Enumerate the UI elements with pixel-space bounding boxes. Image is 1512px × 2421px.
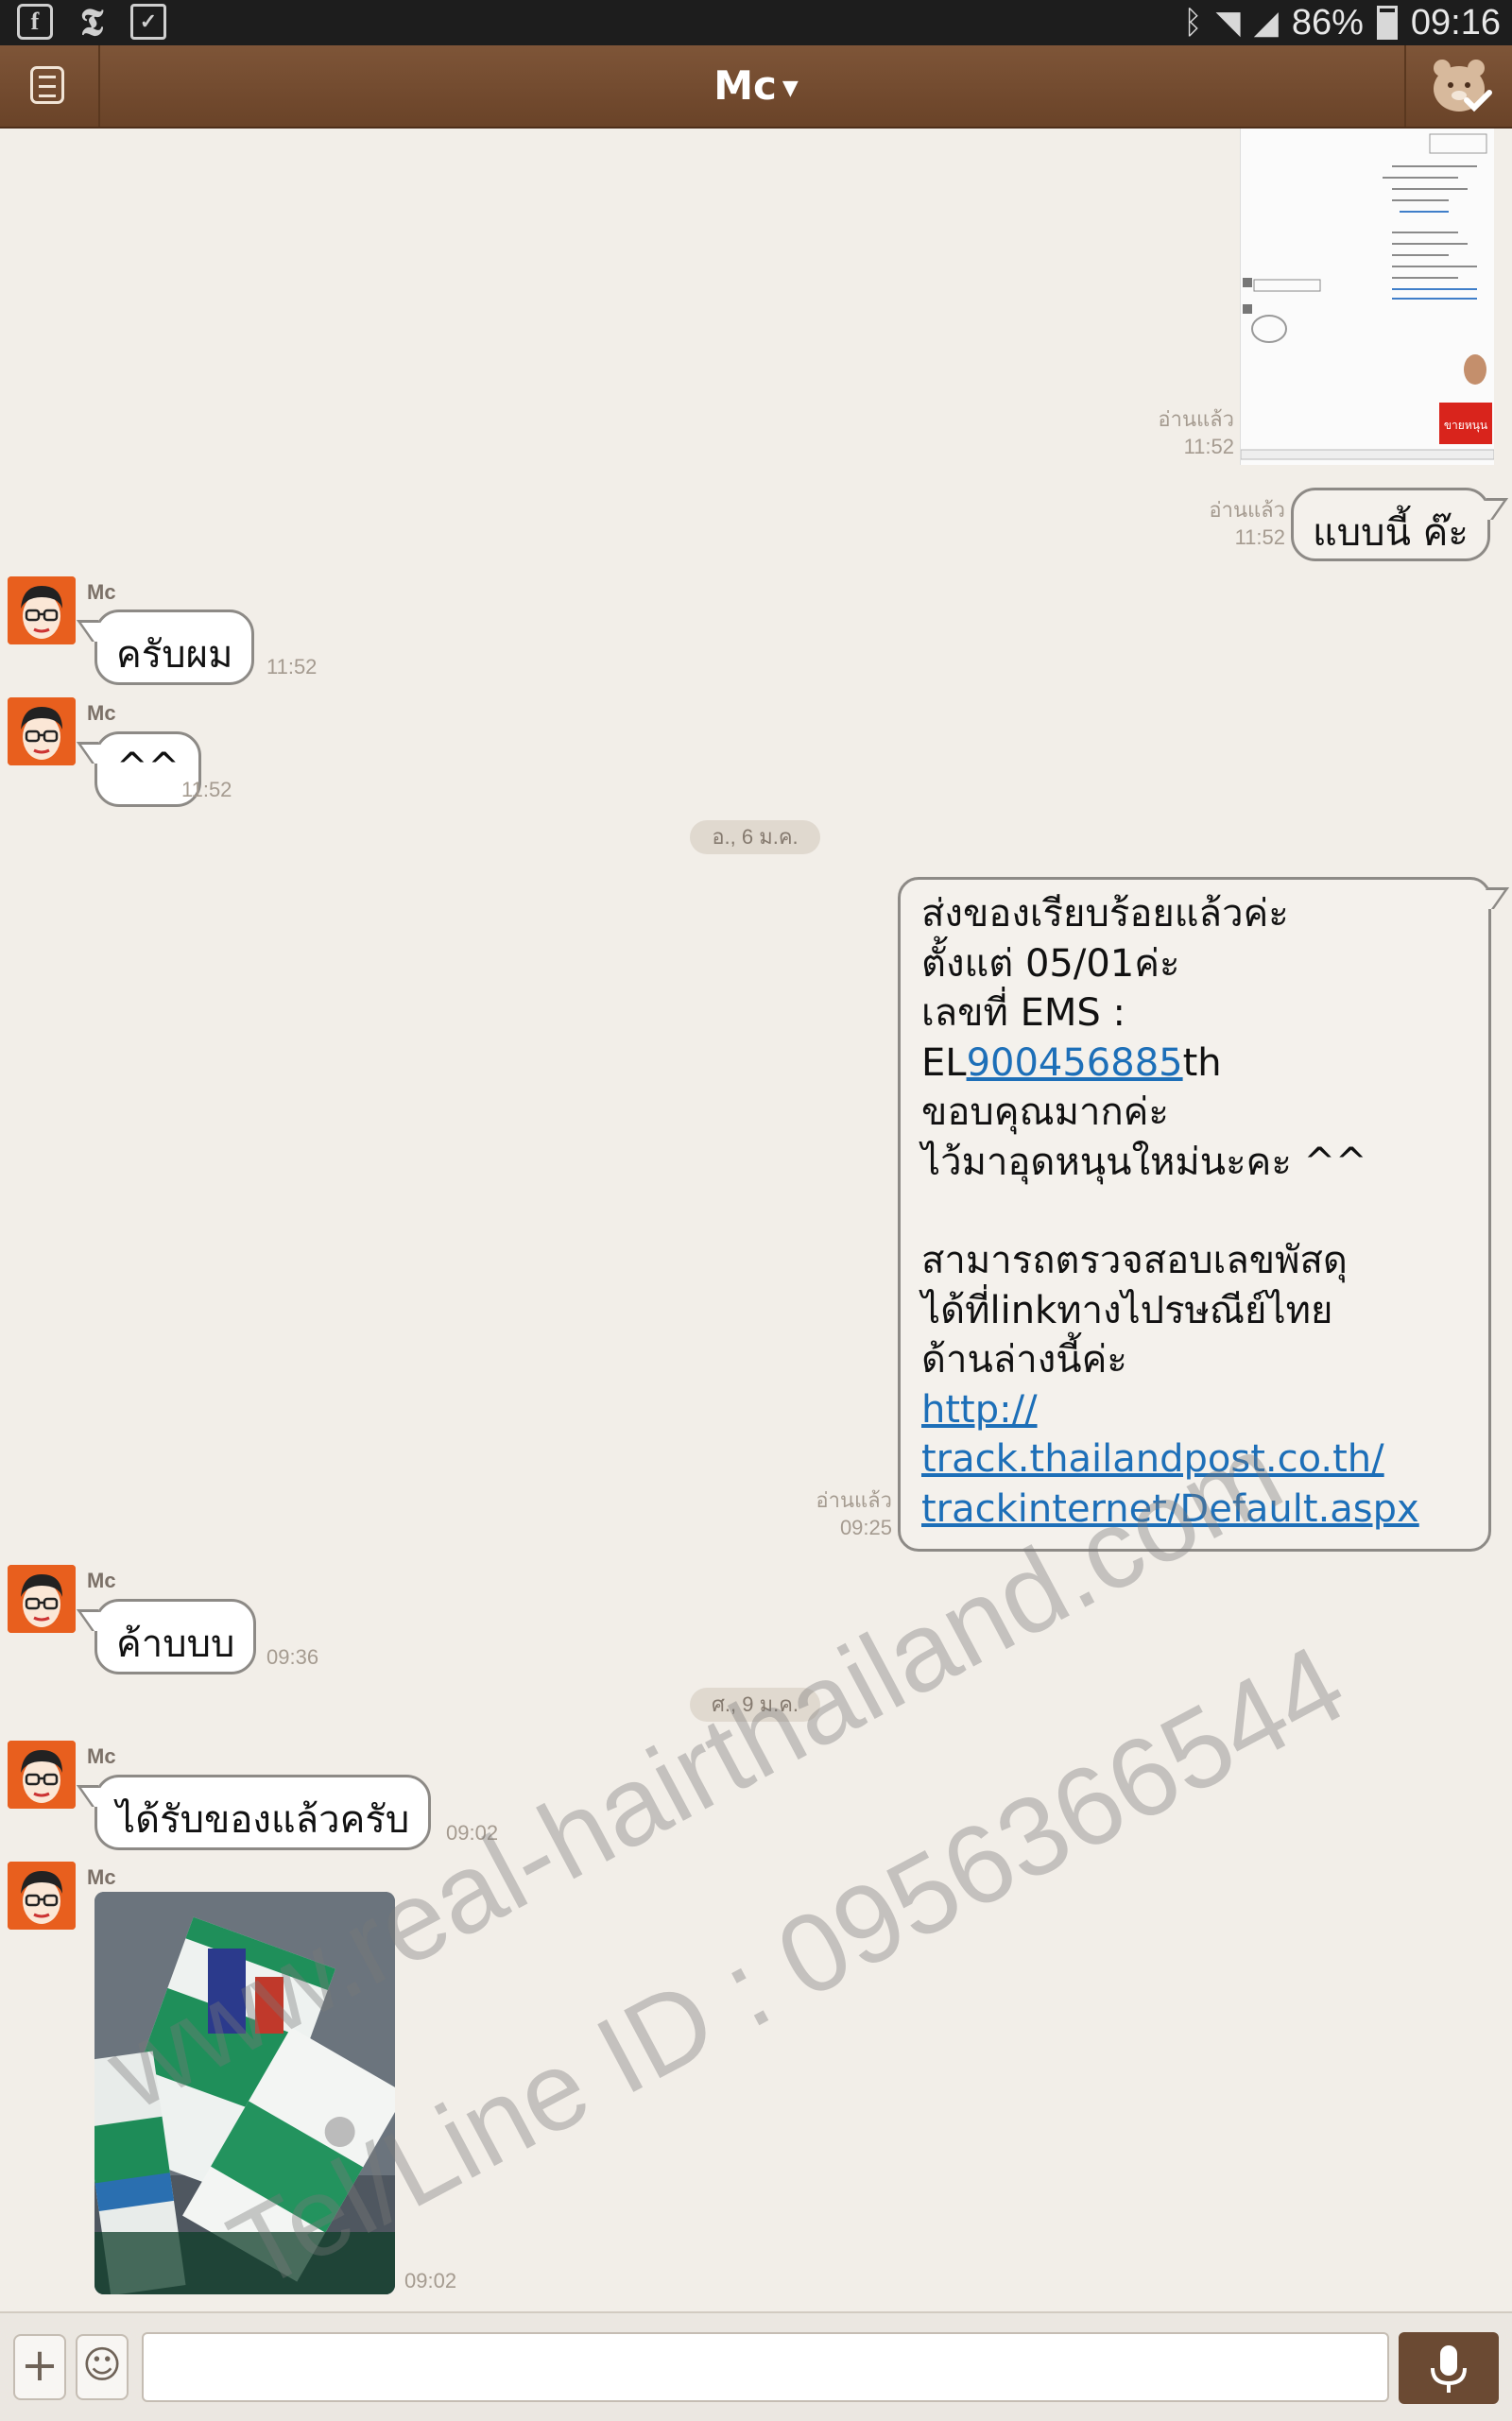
- message-time: 11:52: [1234, 524, 1285, 549]
- tracking-link[interactable]: track.thailandpost.co.th/: [921, 1434, 1468, 1485]
- chat-title[interactable]: Mc ▼: [0, 45, 1512, 127]
- battery-icon: [1376, 6, 1398, 40]
- sent-screenshot-image[interactable]: ขายหนุน: [1240, 129, 1495, 465]
- plus-icon: +: [20, 2339, 60, 2392]
- ems-number-link[interactable]: 900456885: [967, 1041, 1183, 1085]
- message-time: 09:02: [446, 1821, 499, 1845]
- sender-name: Mc: [87, 1744, 116, 1768]
- message-line: ส่งของเรียบร้อยแล้วค่ะ: [921, 892, 1289, 936]
- battery-percent: 86%: [1291, 2, 1364, 43]
- avatar[interactable]: [8, 576, 76, 644]
- sender-name: Mc: [87, 701, 116, 725]
- message-time: 09:36: [266, 1645, 319, 1669]
- tracking-link[interactable]: trackinternet/Default.aspx: [921, 1485, 1468, 1535]
- briefcase-icon: ✓: [130, 4, 166, 40]
- message-time: 11:52: [181, 778, 232, 801]
- signal-icon: ◢: [1253, 4, 1279, 42]
- message-time: 11:52: [1183, 434, 1234, 458]
- message-time: 09:25: [839, 1515, 892, 1539]
- sender-name: Mc: [87, 580, 116, 604]
- message-input[interactable]: [142, 2332, 1389, 2402]
- svg-text:ขายหนุน: ขายหนุน: [1444, 419, 1487, 433]
- voice-button[interactable]: [1399, 2332, 1499, 2404]
- read-receipt: อ่านแล้ว: [1209, 498, 1285, 522]
- sender-name: Mc: [87, 1569, 116, 1592]
- tracking-link[interactable]: http://: [921, 1385, 1468, 1435]
- received-photo[interactable]: [94, 1892, 395, 2294]
- sender-name: Mc: [87, 1865, 116, 1889]
- date-separator: ศ., 9 ม.ค.: [690, 1688, 820, 1722]
- date-separator: อ., 6 ม.ค.: [690, 820, 820, 854]
- clock: 09:16: [1410, 2, 1501, 43]
- message-text: ครับผม: [116, 633, 233, 677]
- status-bar: f 𝕿 ✓ ᛒ ◥ ◢ 86% 09:16: [0, 0, 1512, 45]
- message-line: ได้ที่linkทางไปรษณีย์ไทย: [921, 1288, 1333, 1332]
- received-message-bubble[interactable]: ครับผม: [94, 610, 255, 685]
- bluetooth-icon: ᛒ: [1183, 4, 1203, 42]
- wifi-icon: ◥: [1215, 4, 1241, 42]
- avatar[interactable]: [8, 1741, 76, 1809]
- ems-suffix: th: [1182, 1040, 1222, 1085]
- received-message-bubble[interactable]: ได้รับของแล้วครับ: [94, 1775, 432, 1850]
- message-text: ^^: [116, 746, 180, 789]
- message-time: 11:52: [266, 655, 318, 678]
- microphone-icon: [1431, 2345, 1467, 2393]
- nytimes-icon: 𝕿: [79, 0, 104, 43]
- message-meta: อ่านแล้ว 11:52: [1181, 497, 1285, 551]
- read-receipt: อ่านแล้ว: [816, 1488, 892, 1512]
- facebook-icon: f: [17, 4, 53, 40]
- avatar[interactable]: [8, 697, 76, 765]
- sent-message-bubble[interactable]: แบบนี้ ค๊ะ: [1291, 488, 1490, 561]
- avatar[interactable]: [8, 1862, 76, 1930]
- message-meta: อ่านแล้ว 11:52: [1134, 406, 1234, 460]
- add-button[interactable]: +: [13, 2334, 66, 2400]
- avatar[interactable]: [8, 1565, 76, 1633]
- message-line: ไว้มาอุดหนุนใหม่นะคะ ^^: [921, 1140, 1367, 1184]
- message-line: ด้านล่างนี้ค่ะ: [921, 1338, 1127, 1382]
- message-text: ค้าบบบ: [116, 1623, 235, 1666]
- chat-title-text: Mc: [713, 62, 777, 109]
- ems-prefix: EL: [921, 1040, 967, 1085]
- read-receipt: อ่านแล้ว: [1158, 407, 1234, 431]
- bear-check-icon: [1434, 60, 1492, 112]
- received-message-bubble[interactable]: ค้าบบบ: [94, 1599, 257, 1674]
- chevron-down-icon: ▼: [782, 76, 799, 100]
- bear-menu-button[interactable]: [1404, 45, 1512, 127]
- message-line: ตั้งแต่ 05/01ค่ะ: [921, 941, 1180, 986]
- input-bar: + ☺: [0, 2311, 1512, 2421]
- message-text: ได้รับของแล้วครับ: [116, 1798, 410, 1842]
- message-meta: อ่านแล้ว 09:25: [775, 1487, 892, 1541]
- sent-message-bubble[interactable]: ส่งของเรียบร้อยแล้วค่ะ ตั้งแต่ 05/01ค่ะ …: [898, 877, 1491, 1552]
- ems-line: EL900456885th: [921, 1039, 1468, 1089]
- chat-header: Mc ▼: [0, 45, 1512, 129]
- sticker-button[interactable]: ☺: [76, 2334, 129, 2400]
- message-time: 09:02: [404, 2269, 457, 2292]
- message-line: สามารถตรวจสอบเลขพัสดุ: [921, 1239, 1348, 1282]
- message-text: แบบนี้ ค๊ะ: [1313, 511, 1469, 555]
- message-line: [921, 1187, 1468, 1236]
- message-line: เลขที่ EMS :: [921, 991, 1125, 1035]
- smiley-icon: ☺: [82, 2344, 122, 2387]
- message-line: ขอบคุณมากค่ะ: [921, 1090, 1169, 1134]
